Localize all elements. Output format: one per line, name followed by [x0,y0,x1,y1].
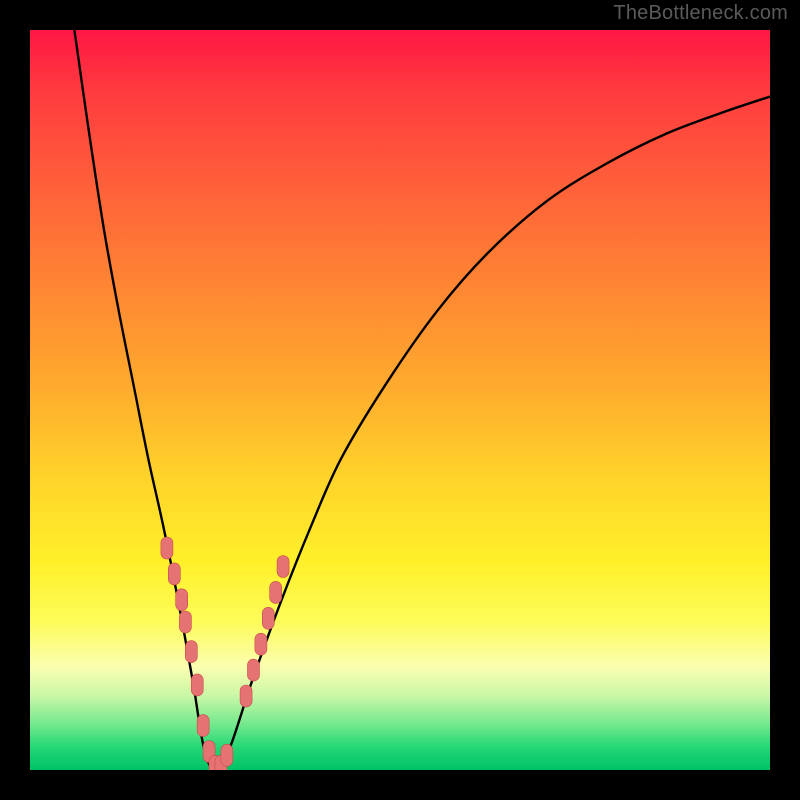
highlight-marker [277,556,289,578]
chart-frame: TheBottleneck.com [0,0,800,800]
highlight-marker [240,685,252,707]
highlight-marker [161,537,173,559]
highlight-marker [221,744,233,766]
highlight-marker [270,581,282,603]
highlight-marker [197,715,209,737]
highlight-marker [191,674,203,696]
highlight-marker [262,607,274,629]
curve-layer [74,30,770,770]
highlight-marker [185,641,197,663]
marker-layer [161,537,289,770]
chart-svg [30,30,770,770]
highlight-marker [176,589,188,611]
bottleneck-curve [74,30,770,770]
highlight-marker [179,611,191,633]
highlight-marker [255,633,267,655]
highlight-marker [247,659,259,681]
highlight-marker [168,563,180,585]
watermark-text: TheBottleneck.com [613,2,788,25]
plot-area [30,30,770,770]
